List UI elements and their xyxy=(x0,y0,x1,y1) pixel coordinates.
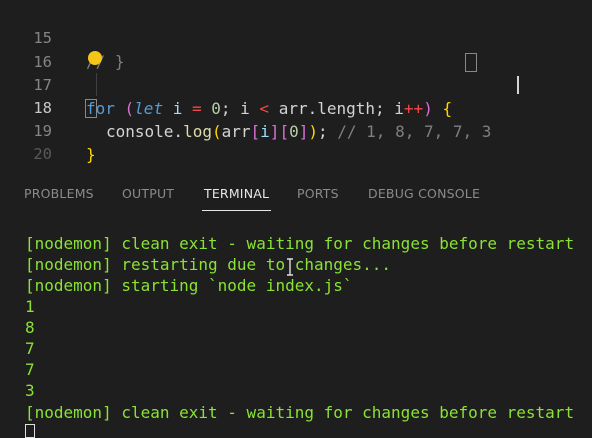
text-select-cursor-icon xyxy=(287,258,293,276)
code-line[interactable]: 19 } xyxy=(0,97,95,164)
terminal-line: [nodemon] clean exit - waiting for chang… xyxy=(25,403,575,422)
code-editor[interactable]: 15 // } 16 17 for (let i = 0; i < arr.le… xyxy=(0,0,592,168)
code-line[interactable]: 18 console.log(arr[i][0]); // 1, 8, 7, 7… xyxy=(0,74,491,141)
bracket-match-highlight xyxy=(465,53,477,72)
terminal-line: [nodemon] clean exit - waiting for chang… xyxy=(25,234,575,253)
tab-problems[interactable]: PROBLEMS xyxy=(24,186,94,201)
lightbulb-icon[interactable] xyxy=(88,51,102,65)
op-lt: < xyxy=(259,99,270,118)
code-segment: ; xyxy=(318,122,328,141)
text-cursor xyxy=(517,76,519,94)
code-segment: ; i xyxy=(220,99,260,118)
bracket-open: [ xyxy=(250,122,261,141)
terminal-line: 1 xyxy=(25,297,35,316)
code-text: for (let i = 0; i < arr.length; i++) { xyxy=(86,97,452,120)
terminal-cursor xyxy=(25,424,35,438)
active-tab-indicator xyxy=(202,210,271,211)
panel-tab-bar: PROBLEMS OUTPUT TERMINAL PORTS DEBUG CON… xyxy=(0,178,592,212)
var-i: i xyxy=(163,99,192,118)
code-segment: console. xyxy=(106,122,184,141)
code-comment: // 1, 8, 7, 7, 3 xyxy=(327,122,492,141)
terminal-line: 7 xyxy=(25,339,35,358)
code-line[interactable]: 16 xyxy=(0,28,52,71)
brace-close: } xyxy=(86,145,96,164)
paren-open: ( xyxy=(211,122,222,141)
tab-ports[interactable]: PORTS xyxy=(297,186,339,201)
brace-open: { xyxy=(442,99,453,118)
op-assign: = xyxy=(191,99,202,118)
line-number: 20 xyxy=(33,145,52,163)
terminal-line: 8 xyxy=(25,318,35,337)
tab-terminal[interactable]: TERMINAL xyxy=(204,186,269,201)
code-line[interactable]: 20 xyxy=(0,120,52,163)
num-zero: 0 xyxy=(201,99,221,118)
num-zero: 0 xyxy=(289,122,299,141)
paren-close: ) xyxy=(308,122,318,141)
bracket-match-highlight xyxy=(85,99,97,118)
terminal-line: [nodemon] starting `node index.js` xyxy=(25,276,353,295)
tab-output[interactable]: OUTPUT xyxy=(122,186,174,201)
code-line[interactable]: 15 // } xyxy=(0,4,124,71)
code-text: console.log(arr[i][0]); // 1, 8, 7, 7, 3 xyxy=(106,120,491,143)
code-line[interactable]: 17 for (let i = 0; i < arr.length; i++) … xyxy=(0,51,452,118)
terminal-line: 7 xyxy=(25,360,35,379)
terminal-line: [nodemon] restarting due to changes... xyxy=(25,255,392,274)
var-i: i xyxy=(260,122,270,141)
function-log: log xyxy=(183,122,212,141)
code-segment: arr.length; i xyxy=(269,99,404,118)
paren-open: ( xyxy=(114,99,135,118)
bracket-close: ] xyxy=(298,122,309,141)
code-segment: arr xyxy=(221,122,251,141)
op-increment: ++ xyxy=(403,99,424,118)
tab-debug-console[interactable]: DEBUG CONSOLE xyxy=(368,186,480,201)
terminal-view[interactable]: [nodemon] clean exit - waiting for chang… xyxy=(0,230,592,435)
paren-close: ) xyxy=(423,99,443,118)
indent-guide xyxy=(96,73,97,96)
keyword-let: let xyxy=(134,99,164,118)
bracket-open: [ xyxy=(279,122,290,141)
bracket-close: ] xyxy=(269,122,280,141)
terminal-line: 3 xyxy=(25,381,35,400)
